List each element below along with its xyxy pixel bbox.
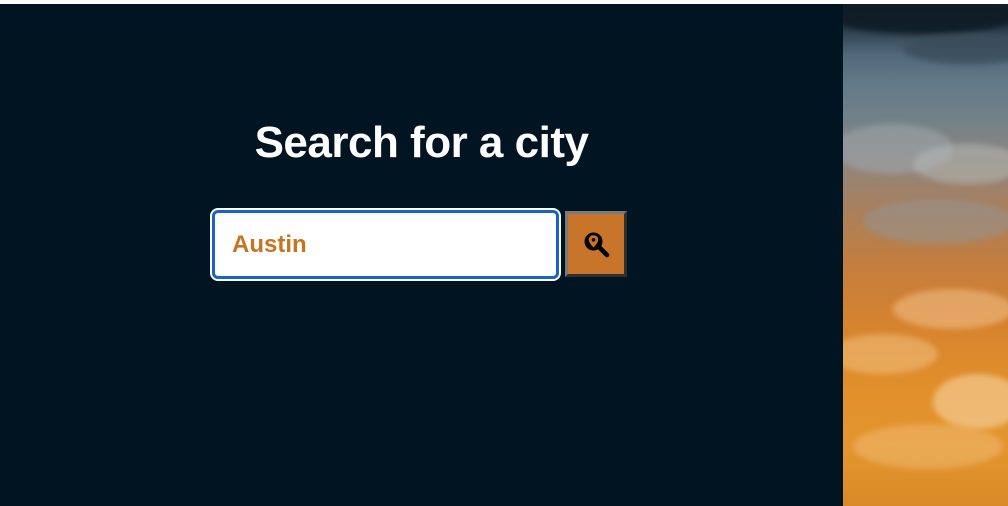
sunset-clouds-photo <box>843 4 1008 506</box>
page-title: Search for a city <box>254 118 589 167</box>
city-search-input[interactable] <box>210 208 561 281</box>
search-location-icon <box>582 230 610 258</box>
page: Search for a city <box>0 0 1008 506</box>
search-button[interactable] <box>565 211 627 277</box>
